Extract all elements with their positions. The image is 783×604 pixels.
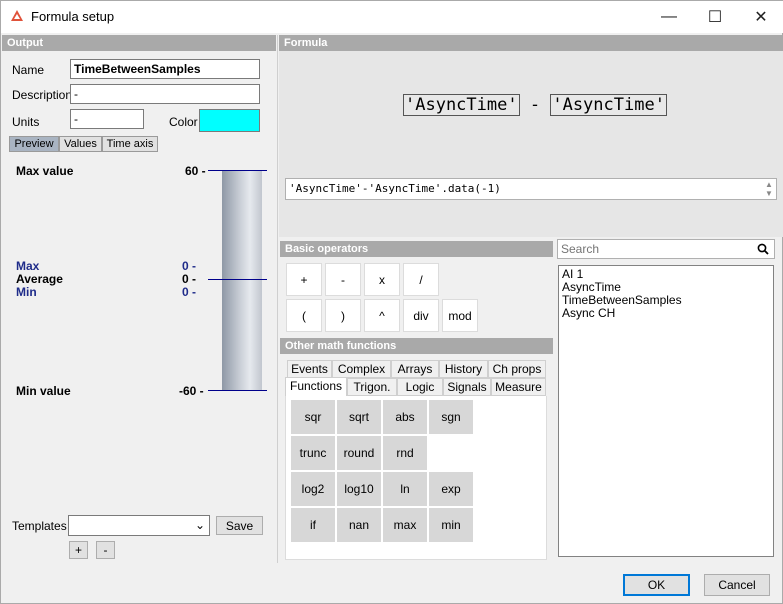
- function-sqrt-button[interactable]: sqrt: [337, 400, 381, 434]
- operator-div-button[interactable]: div: [403, 299, 439, 332]
- name-input[interactable]: TimeBetweenSamples: [70, 59, 260, 79]
- ok-button[interactable]: OK: [623, 574, 690, 596]
- function-log10-button[interactable]: log10: [337, 472, 381, 506]
- average-stat-value: 0 -: [182, 272, 197, 286]
- max-value: 60 -: [185, 164, 206, 178]
- color-label: Color: [169, 115, 198, 129]
- units-input[interactable]: -: [70, 109, 144, 129]
- operator-open-paren-button[interactable]: (: [286, 299, 322, 332]
- remove-template-button[interactable]: -: [96, 541, 115, 559]
- templates-label: Templates: [12, 519, 67, 533]
- gauge-min-line: [208, 390, 267, 391]
- templates-dropdown[interactable]: ⌄: [68, 515, 210, 536]
- function-max-button[interactable]: max: [383, 508, 427, 542]
- tab-signals[interactable]: Signals: [443, 378, 491, 396]
- channel-list-item[interactable]: AsyncTime: [562, 280, 621, 294]
- description-label: Description: [12, 88, 73, 102]
- description-input[interactable]: -: [70, 84, 260, 104]
- channel-list-item[interactable]: AI 1: [562, 267, 583, 281]
- tab-trigon[interactable]: Trigon.: [347, 378, 397, 396]
- formula-operand-left: 'AsyncTime': [403, 94, 520, 116]
- save-template-button[interactable]: Save: [216, 516, 263, 535]
- function-abs-button[interactable]: abs: [383, 400, 427, 434]
- tab-preview[interactable]: Preview: [9, 136, 59, 152]
- max-stat-value: 0 -: [182, 259, 197, 273]
- function-min-button[interactable]: min: [429, 508, 473, 542]
- tab-ch-props[interactable]: Ch props: [488, 360, 546, 378]
- operator-divide-button[interactable]: /: [403, 263, 439, 296]
- function-sgn-button[interactable]: sgn: [429, 400, 473, 434]
- tab-arrays[interactable]: Arrays: [391, 360, 439, 378]
- operator-plus-button[interactable]: +: [286, 263, 322, 296]
- formula-expression-input[interactable]: 'AsyncTime'-'AsyncTime'.data(-1): [285, 178, 777, 200]
- formula-operand-right: 'AsyncTime': [550, 94, 667, 116]
- average-label: Average: [16, 272, 63, 286]
- formula-header: Formula: [279, 35, 783, 51]
- preview-gauge-bar: [222, 171, 262, 391]
- operator-minus-button[interactable]: -: [325, 263, 361, 296]
- function-sqr-button[interactable]: sqr: [291, 400, 335, 434]
- chevron-down-icon: ⌄: [194, 518, 205, 532]
- formula-setup-window: Formula setup — ☐ ✕ Output Name TimeBetw…: [0, 0, 783, 604]
- output-header: Output: [2, 35, 276, 51]
- channel-list: AI 1 AsyncTime TimeBetweenSamples Async …: [558, 265, 774, 557]
- cancel-button[interactable]: Cancel: [704, 574, 770, 596]
- units-label: Units: [12, 115, 40, 129]
- operator-multiply-button[interactable]: x: [364, 263, 400, 296]
- formula-spin-icon[interactable]: ▲ ▼: [763, 180, 775, 198]
- app-logo-icon: [11, 10, 23, 21]
- min-label: Min: [16, 285, 37, 299]
- function-trunc-button[interactable]: trunc: [291, 436, 335, 470]
- tab-complex[interactable]: Complex: [332, 360, 391, 378]
- gauge-average-line: [208, 279, 267, 280]
- function-exp-button[interactable]: exp: [429, 472, 473, 506]
- minimize-button[interactable]: —: [646, 1, 692, 32]
- formula-display: 'AsyncTime' - 'AsyncTime': [403, 94, 667, 116]
- window-title: Formula setup: [31, 9, 115, 24]
- gauge-max-line: [208, 170, 267, 171]
- function-if-button[interactable]: if: [291, 508, 335, 542]
- function-rnd-button[interactable]: rnd: [383, 436, 427, 470]
- function-log2-button[interactable]: log2: [291, 472, 335, 506]
- min-value: -60 -: [179, 384, 204, 398]
- tab-time-axis[interactable]: Time axis: [102, 136, 158, 152]
- panel-divider: [277, 35, 278, 563]
- formula-operator: -: [529, 95, 541, 115]
- tab-history[interactable]: History: [439, 360, 488, 378]
- channel-list-item[interactable]: TimeBetweenSamples: [562, 293, 682, 307]
- close-button[interactable]: ✕: [738, 1, 783, 32]
- operator-power-button[interactable]: ^: [364, 299, 400, 332]
- formula-area: [279, 51, 783, 237]
- function-round-button[interactable]: round: [337, 436, 381, 470]
- operator-close-paren-button[interactable]: ): [325, 299, 361, 332]
- name-label: Name: [12, 63, 45, 77]
- tab-values[interactable]: Values: [59, 136, 102, 152]
- tab-events[interactable]: Events: [287, 360, 332, 378]
- title-bar: Formula setup — ☐ ✕: [1, 1, 783, 33]
- max-value-label: Max value: [16, 164, 74, 178]
- operator-mod-button[interactable]: mod: [442, 299, 478, 332]
- tab-measure[interactable]: Measure: [491, 378, 546, 396]
- max-label: Max: [16, 259, 40, 273]
- search-icon[interactable]: [757, 243, 769, 255]
- maximize-button[interactable]: ☐: [692, 1, 738, 32]
- function-ln-button[interactable]: ln: [383, 472, 427, 506]
- min-stat-value: 0 -: [182, 285, 197, 299]
- other-math-header: Other math functions: [280, 338, 553, 354]
- channel-search-input[interactable]: [557, 239, 775, 259]
- add-template-button[interactable]: +: [69, 541, 88, 559]
- color-swatch[interactable]: [199, 109, 260, 132]
- channel-list-item[interactable]: Async CH: [562, 306, 615, 320]
- min-value-label: Min value: [16, 384, 71, 398]
- tab-logic[interactable]: Logic: [397, 378, 443, 396]
- function-nan-button[interactable]: nan: [337, 508, 381, 542]
- tab-functions[interactable]: Functions: [285, 377, 347, 397]
- basic-operators-header: Basic operators: [280, 241, 553, 257]
